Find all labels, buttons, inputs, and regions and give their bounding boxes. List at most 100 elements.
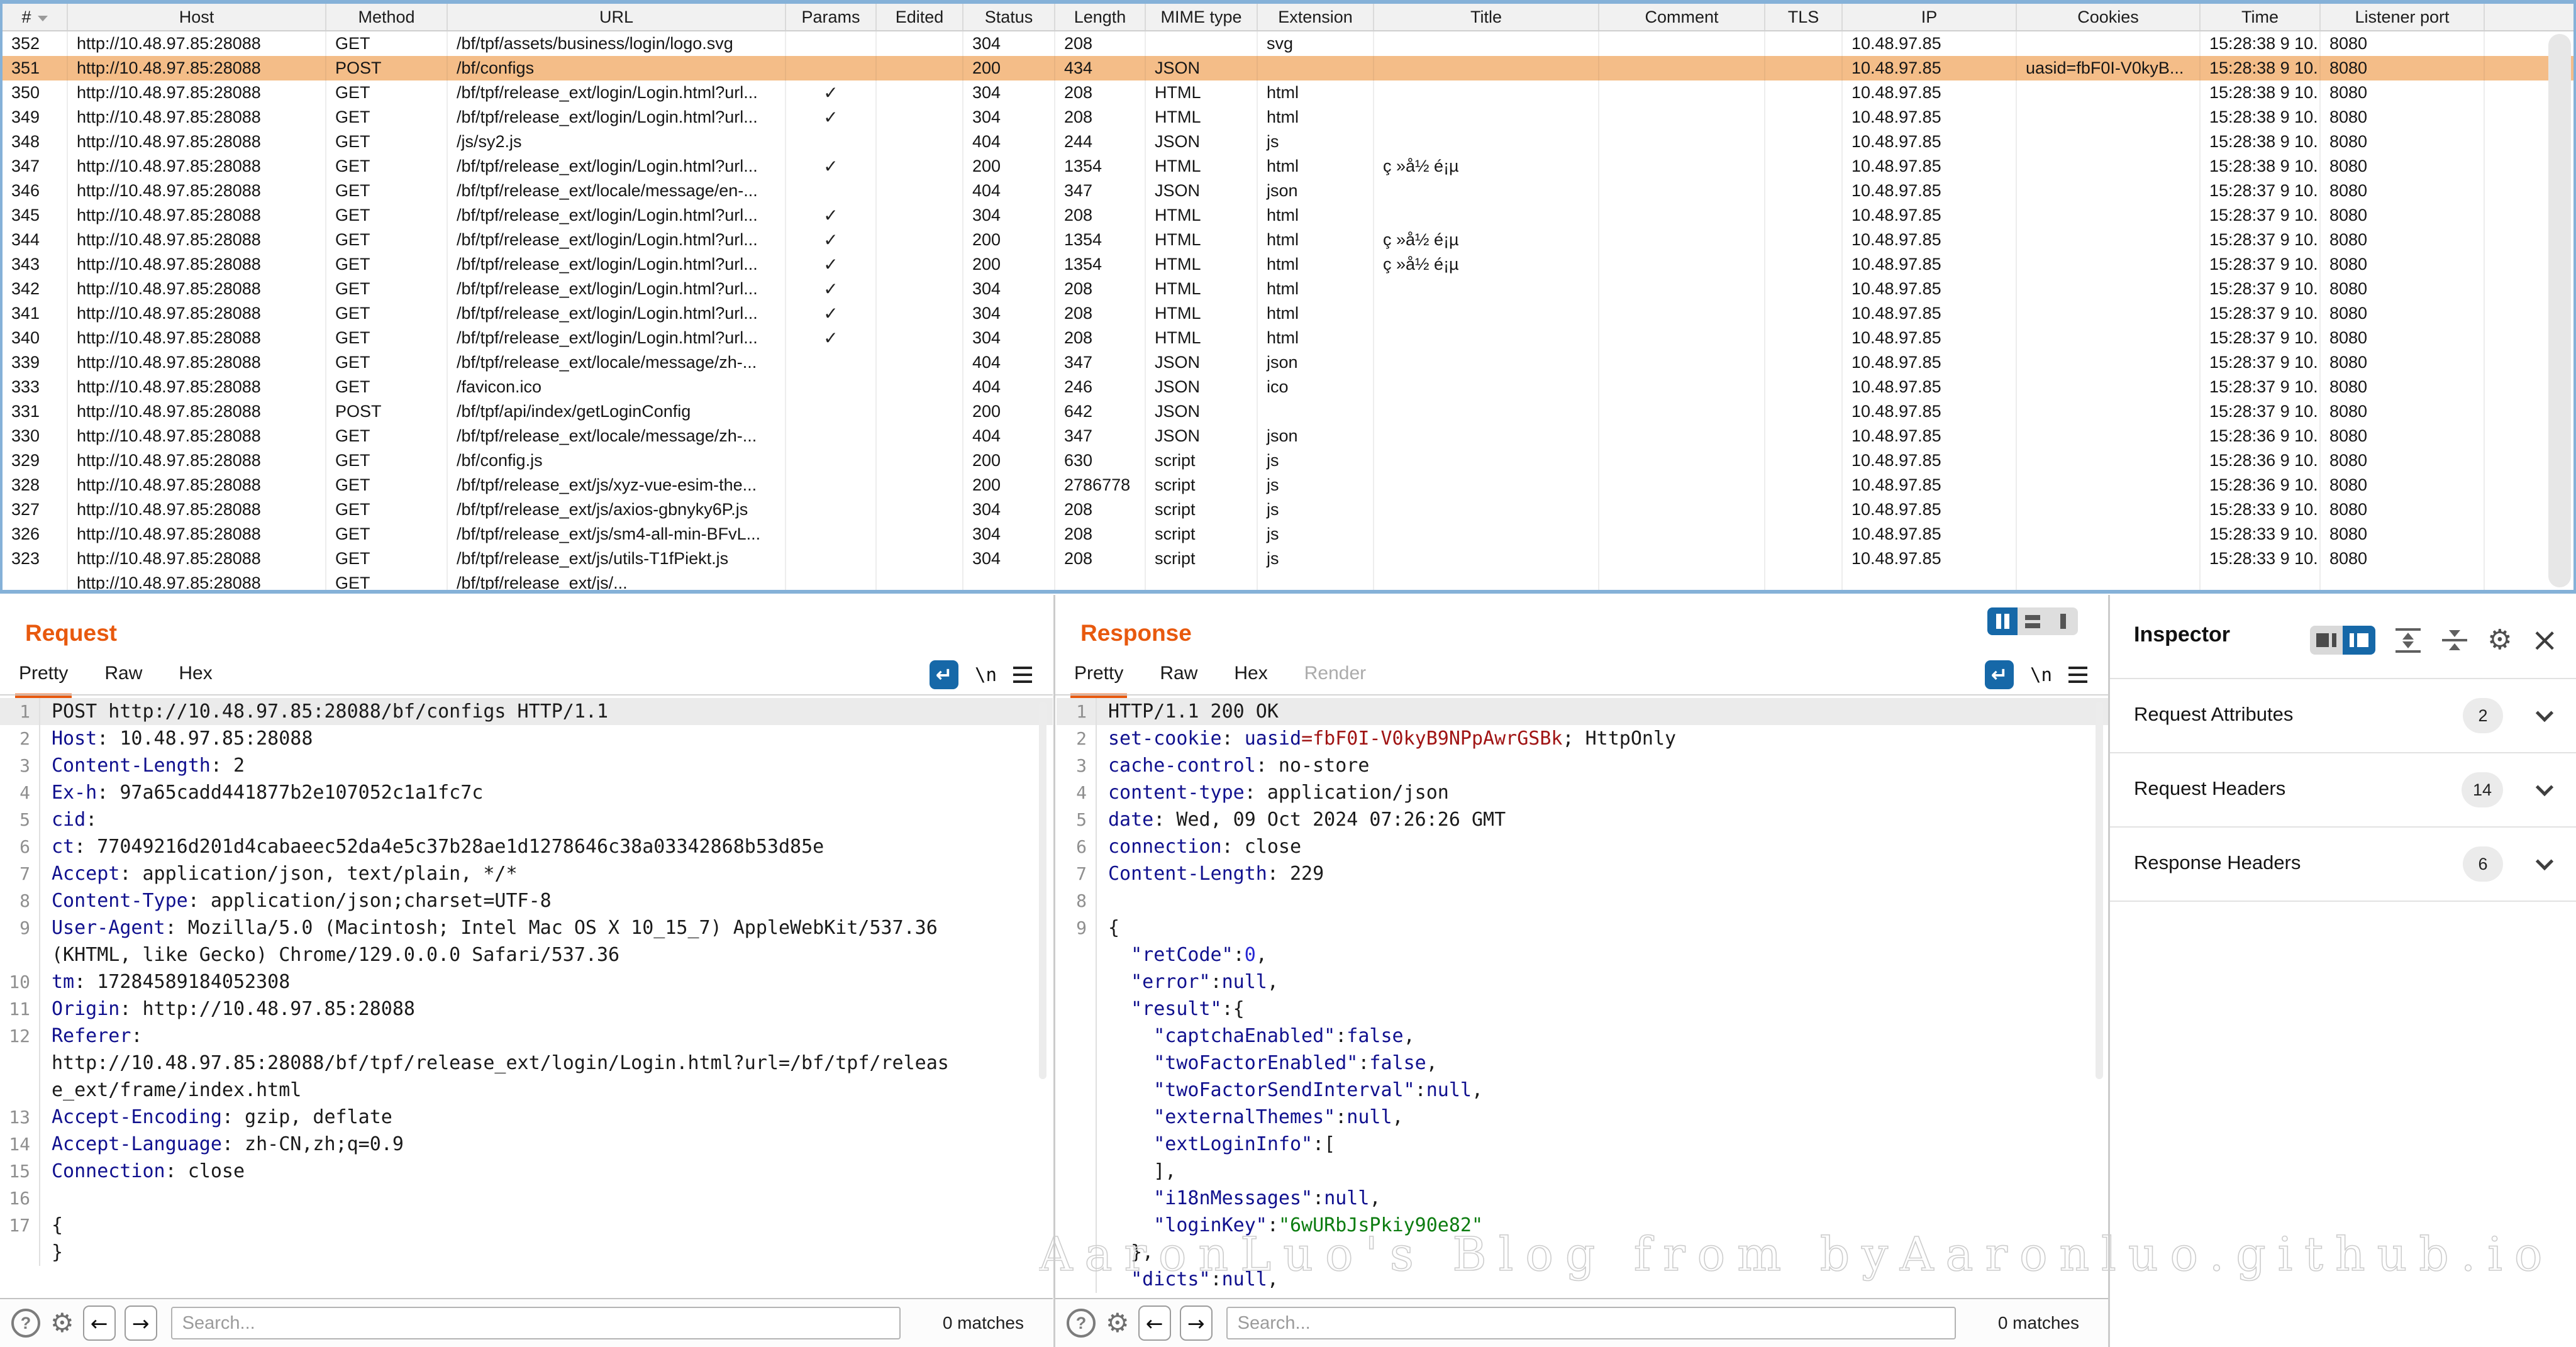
table-row[interactable]: 350http://10.48.97.85:28088GET/bf/tpf/re… xyxy=(3,80,2573,105)
inspector-settings-icon[interactable]: ⚙ xyxy=(2487,626,2512,654)
table-row[interactable]: 341http://10.48.97.85:28088GET/bf/tpf/re… xyxy=(3,301,2573,326)
response-editor[interactable]: 1HTTP/1.1 200 OK2set-cookie: uasid=fbF0I… xyxy=(1057,698,2108,1297)
request-wrap-toggle-icon[interactable]: ↵ xyxy=(930,660,958,689)
request-search-prev-button[interactable]: ← xyxy=(83,1305,116,1341)
response-search-settings-icon[interactable]: ⚙ xyxy=(1106,1310,1130,1336)
response-tab-raw[interactable]: Raw xyxy=(1160,657,1197,693)
request-response-divider[interactable] xyxy=(1053,595,1055,1347)
column-header-tls[interactable]: TLS xyxy=(1765,4,1843,30)
response-tab-hex[interactable]: Hex xyxy=(1234,657,1267,693)
request-menu-icon[interactable] xyxy=(1013,667,1032,683)
cell-tls xyxy=(1765,399,1843,424)
inspector-close-icon[interactable]: × xyxy=(2531,624,2558,657)
table-row[interactable]: 347http://10.48.97.85:28088GET/bf/tpf/re… xyxy=(3,154,2573,179)
table-row[interactable]: 327http://10.48.97.85:28088GET/bf/tpf/re… xyxy=(3,497,2573,522)
layout-rows-button[interactable] xyxy=(2018,607,2048,635)
request-newline-icon[interactable]: \n xyxy=(975,664,997,685)
expand-all-icon[interactable] xyxy=(2394,628,2422,653)
response-search-next-button[interactable]: → xyxy=(1180,1305,1213,1341)
column-header-edited[interactable]: Edited xyxy=(877,4,963,30)
table-row[interactable]: 344http://10.48.97.85:28088GET/bf/tpf/re… xyxy=(3,228,2573,252)
column-header-length[interactable]: Length xyxy=(1055,4,1146,30)
table-row[interactable]: 326http://10.48.97.85:28088GET/bf/tpf/re… xyxy=(3,522,2573,546)
column-header-method[interactable]: Method xyxy=(326,4,448,30)
table-row[interactable]: 330http://10.48.97.85:28088GET/bf/tpf/re… xyxy=(3,424,2573,448)
response-menu-icon[interactable] xyxy=(2068,667,2087,683)
column-header-extension[interactable]: Extension xyxy=(1258,4,1374,30)
table-row[interactable]: 345http://10.48.97.85:28088GET/bf/tpf/re… xyxy=(3,203,2573,228)
table-row[interactable]: 349http://10.48.97.85:28088GET/bf/tpf/re… xyxy=(3,105,2573,130)
chevron-down-icon[interactable] xyxy=(2536,704,2553,722)
cell-mime: HTML xyxy=(1146,154,1258,179)
request-search-input[interactable] xyxy=(171,1307,901,1339)
inspector-dock-left-button[interactable] xyxy=(2310,626,2343,655)
response-search-prev-button[interactable]: ← xyxy=(1138,1305,1171,1341)
cell-comment xyxy=(1599,31,1765,56)
table-row-selected[interactable]: 351http://10.48.97.85:28088POST/bf/confi… xyxy=(3,56,2573,80)
column-header-url[interactable]: URL xyxy=(448,4,786,30)
inspector-dock-right-button[interactable] xyxy=(2343,626,2375,655)
table-row[interactable]: 339http://10.48.97.85:28088GET/bf/tpf/re… xyxy=(3,350,2573,375)
inspector-section-request-headers[interactable]: Request Headers14 xyxy=(2110,753,2576,826)
cell-method: GET xyxy=(326,424,448,448)
table-row[interactable]: 352http://10.48.97.85:28088GET/bf/tpf/as… xyxy=(3,31,2573,56)
collapse-all-icon[interactable] xyxy=(2441,630,2468,650)
code-line: 7Accept: application/json, text/plain, *… xyxy=(0,860,1053,887)
response-search-help-icon[interactable]: ? xyxy=(1067,1309,1096,1338)
column-header-mime-type[interactable]: MIME type xyxy=(1146,4,1258,30)
chevron-down-icon[interactable] xyxy=(2536,853,2553,870)
request-editor-scrollbar[interactable] xyxy=(1039,702,1046,1079)
response-wrap-toggle-icon[interactable]: ↵ xyxy=(1985,660,2014,689)
layout-single-button[interactable] xyxy=(2048,607,2078,635)
line-content: ct: 77049216d201d4cabaeec52da4e5c37b28ae… xyxy=(40,836,824,858)
table-row[interactable]: 328http://10.48.97.85:28088GET/bf/tpf/re… xyxy=(3,473,2573,497)
table-row[interactable]: 342http://10.48.97.85:28088GET/bf/tpf/re… xyxy=(3,277,2573,301)
column-header-status[interactable]: Status xyxy=(963,4,1055,30)
column-header-cookies[interactable]: Cookies xyxy=(2017,4,2201,30)
response-search-input[interactable] xyxy=(1226,1307,1956,1339)
inspector-section-response-headers[interactable]: Response Headers6 xyxy=(2110,828,2576,901)
response-editor-scrollbar[interactable] xyxy=(2096,702,2103,1079)
response-tab-render[interactable]: Render xyxy=(1304,657,1366,693)
line-content: http://10.48.97.85:28088/bf/tpf/release_… xyxy=(40,1052,949,1074)
table-row[interactable]: 343http://10.48.97.85:28088GET/bf/tpf/re… xyxy=(3,252,2573,277)
cell-port: 8080 xyxy=(2321,56,2485,80)
column-header-host[interactable]: Host xyxy=(68,4,326,30)
column-header-ip[interactable]: IP xyxy=(1843,4,2017,30)
column-header-time[interactable]: Time xyxy=(2201,4,2321,30)
table-row[interactable]: 340http://10.48.97.85:28088GET/bf/tpf/re… xyxy=(3,326,2573,350)
column-header-listener-port[interactable]: Listener port xyxy=(2321,4,2485,30)
cell-url: /bf/tpf/assets/business/login/logo.svg xyxy=(448,31,786,56)
table-row[interactable]: 346http://10.48.97.85:28088GET/bf/tpf/re… xyxy=(3,179,2573,203)
cell-n: 330 xyxy=(3,424,68,448)
column-header-comment[interactable]: Comment xyxy=(1599,4,1765,30)
response-tab-pretty[interactable]: Pretty xyxy=(1074,657,1123,693)
table-row[interactable]: 329http://10.48.97.85:28088GET/bf/config… xyxy=(3,448,2573,473)
request-tab-pretty[interactable]: Pretty xyxy=(19,657,68,693)
request-search-settings-icon[interactable]: ⚙ xyxy=(50,1310,74,1336)
cell-title xyxy=(1374,522,1599,546)
table-row[interactable]: 331http://10.48.97.85:28088POST/bf/tpf/a… xyxy=(3,399,2573,424)
cell-comment xyxy=(1599,105,1765,130)
request-tab-hex[interactable]: Hex xyxy=(179,657,212,693)
request-search-next-button[interactable]: → xyxy=(125,1305,157,1341)
cell-time: 15:28:37 9 10... xyxy=(2201,203,2321,228)
request-tab-raw[interactable]: Raw xyxy=(104,657,142,693)
column-header-title[interactable]: Title xyxy=(1374,4,1599,30)
layout-columns-button[interactable] xyxy=(1987,607,2018,635)
column-header-params[interactable]: Params xyxy=(786,4,877,30)
response-newline-icon[interactable]: \n xyxy=(2030,664,2052,685)
line-number: 7 xyxy=(1057,860,1097,887)
table-row[interactable]: 348http://10.48.97.85:28088GET/js/sy2.js… xyxy=(3,130,2573,154)
chevron-down-icon[interactable] xyxy=(2536,779,2553,796)
table-row[interactable]: http://10.48.97.85:28088GET/bf/tpf/relea… xyxy=(3,571,2573,590)
cell-cookies xyxy=(2017,252,2201,277)
line-content: "twoFactorSendInterval":null, xyxy=(1097,1079,1483,1101)
table-row[interactable]: 323http://10.48.97.85:28088GET/bf/tpf/re… xyxy=(3,546,2573,571)
table-row[interactable]: 333http://10.48.97.85:28088GET/favicon.i… xyxy=(3,375,2573,399)
column-header--[interactable]: # xyxy=(3,4,68,30)
table-vertical-scrollbar[interactable] xyxy=(2548,34,2571,587)
request-editor[interactable]: 1POST http://10.48.97.85:28088/bf/config… xyxy=(0,698,1053,1297)
inspector-section-request-attributes[interactable]: Request Attributes2 xyxy=(2110,679,2576,752)
request-search-help-icon[interactable]: ? xyxy=(11,1309,40,1338)
